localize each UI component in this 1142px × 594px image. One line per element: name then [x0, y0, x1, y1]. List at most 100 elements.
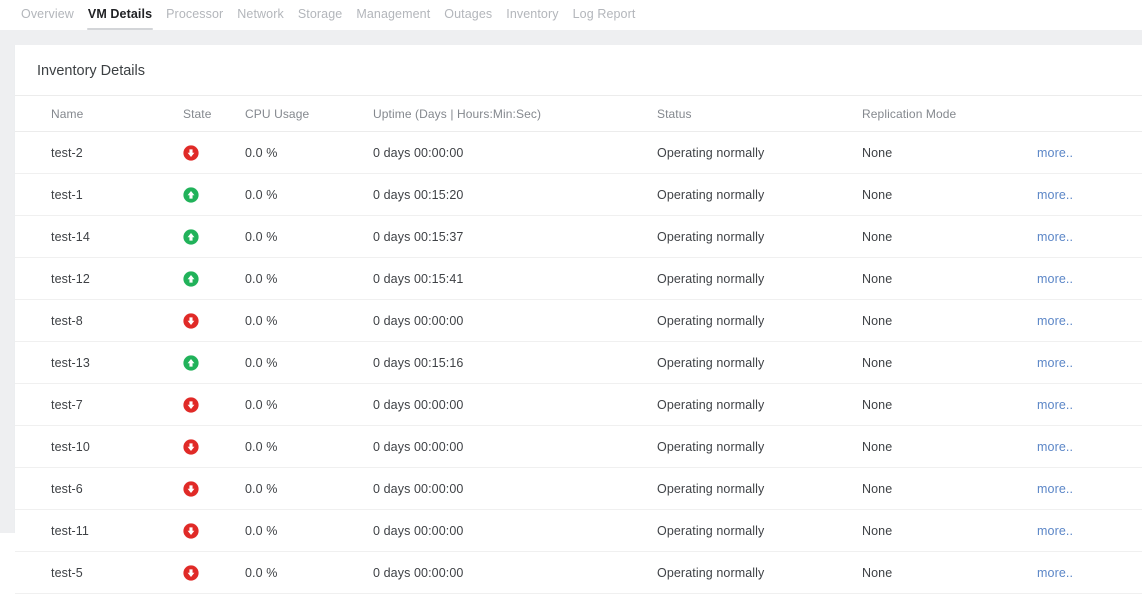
more-link[interactable]: more..	[1037, 356, 1073, 370]
cell-actions: more..	[1037, 173, 1142, 216]
table-row: test-1 0.0 % 0 days 00:15:20 Operating norm…	[15, 173, 1142, 216]
column-header-state: State	[183, 96, 245, 132]
cell-actions: more..	[1037, 299, 1142, 342]
cell-replication-mode: None	[862, 215, 1037, 258]
cell-actions: more..	[1037, 551, 1142, 594]
more-link[interactable]: more..	[1037, 566, 1073, 580]
table-row: test-7 0.0 % 0 days 00:00:00 Operating norm…	[15, 383, 1142, 426]
table-row: test-2 0.0 % 0 days 00:00:00 Operating norm…	[15, 131, 1142, 174]
cell-uptime: 0 days 00:00:00	[373, 383, 657, 426]
cell-status: Operating normally	[657, 173, 862, 216]
circle-arrow-up-icon	[183, 355, 199, 371]
cell-replication-mode: None	[862, 467, 1037, 510]
tab-outages[interactable]: Outages	[437, 6, 499, 30]
cell-vm-name: test-7	[15, 383, 183, 426]
cell-status: Operating normally	[657, 341, 862, 384]
cell-vm-name: test-10	[15, 425, 183, 468]
cell-cpu-usage: 0.0 %	[245, 173, 373, 216]
cell-actions: more..	[1037, 341, 1142, 384]
cell-actions: more..	[1037, 467, 1142, 510]
tab-management[interactable]: Management	[349, 6, 437, 30]
cell-replication-mode: None	[862, 383, 1037, 426]
column-header-actions	[1037, 96, 1142, 132]
tab-network[interactable]: Network	[230, 6, 291, 30]
inventory-table: Name State CPU Usage Uptime (Days | Hour…	[15, 96, 1142, 594]
more-link[interactable]: more..	[1037, 314, 1073, 328]
table-body: test-2 0.0 % 0 days 00:00:00 Operating norm…	[15, 131, 1142, 594]
cell-replication-mode: None	[862, 299, 1037, 342]
cell-cpu-usage: 0.0 %	[245, 383, 373, 426]
column-header-cpu-usage: CPU Usage	[245, 96, 373, 132]
table-row: test-11 0.0 % 0 days 00:00:00 Operating nor…	[15, 509, 1142, 552]
cell-status: Operating normally	[657, 131, 862, 174]
table-row: test-5 0.0 % 0 days 00:00:00 Operating norm…	[15, 551, 1142, 594]
more-link[interactable]: more..	[1037, 524, 1073, 538]
cell-state	[183, 257, 245, 300]
cell-uptime: 0 days 00:15:41	[373, 257, 657, 300]
cell-cpu-usage: 0.0 %	[245, 299, 373, 342]
cell-actions: more..	[1037, 383, 1142, 426]
table-row: test-8 0.0 % 0 days 00:00:00 Operating norm…	[15, 299, 1142, 342]
cell-status: Operating normally	[657, 509, 862, 552]
more-link[interactable]: more..	[1037, 146, 1073, 160]
cell-vm-name: test-6	[15, 467, 183, 510]
cell-status: Operating normally	[657, 467, 862, 510]
cell-replication-mode: None	[862, 131, 1037, 174]
circle-arrow-up-icon	[183, 229, 199, 245]
cell-uptime: 0 days 00:15:20	[373, 173, 657, 216]
cell-replication-mode: None	[862, 551, 1037, 594]
tab-vm-details[interactable]: VM Details	[81, 6, 159, 30]
table-row: test-10 0.0 % 0 days 00:00:00 Operating nor…	[15, 425, 1142, 468]
cell-replication-mode: None	[862, 341, 1037, 384]
cell-status: Operating normally	[657, 383, 862, 426]
cell-state	[183, 131, 245, 174]
cell-replication-mode: None	[862, 173, 1037, 216]
cell-state	[183, 383, 245, 426]
table-row: test-12 0.0 % 0 days 00:15:41 Operating nor…	[15, 257, 1142, 300]
cell-vm-name: test-1	[15, 173, 183, 216]
cell-vm-name: test-8	[15, 299, 183, 342]
cell-status: Operating normally	[657, 425, 862, 468]
cell-state	[183, 551, 245, 594]
cell-cpu-usage: 0.0 %	[245, 257, 373, 300]
circle-arrow-down-icon	[183, 565, 199, 581]
cell-cpu-usage: 0.0 %	[245, 215, 373, 258]
cell-cpu-usage: 0.0 %	[245, 425, 373, 468]
circle-arrow-up-icon	[183, 187, 199, 203]
tab-log-report[interactable]: Log Report	[566, 6, 643, 30]
more-link[interactable]: more..	[1037, 482, 1073, 496]
table-row: test-14 0.0 % 0 days 00:15:37 Operating nor…	[15, 215, 1142, 258]
cell-cpu-usage: 0.0 %	[245, 467, 373, 510]
cell-state	[183, 467, 245, 510]
circle-arrow-down-icon	[183, 313, 199, 329]
circle-arrow-down-icon	[183, 481, 199, 497]
cell-vm-name: test-2	[15, 131, 183, 174]
tab-processor[interactable]: Processor	[159, 6, 230, 30]
cell-actions: more..	[1037, 131, 1142, 174]
cell-status: Operating normally	[657, 257, 862, 300]
cell-state	[183, 425, 245, 468]
circle-arrow-down-icon	[183, 523, 199, 539]
more-link[interactable]: more..	[1037, 398, 1073, 412]
cell-actions: more..	[1037, 257, 1142, 300]
cell-uptime: 0 days 00:15:16	[373, 341, 657, 384]
circle-arrow-up-icon	[183, 271, 199, 287]
cell-uptime: 0 days 00:00:00	[373, 467, 657, 510]
tab-inventory[interactable]: Inventory	[499, 6, 565, 30]
more-link[interactable]: more..	[1037, 440, 1073, 454]
circle-arrow-down-icon	[183, 439, 199, 455]
more-link[interactable]: more..	[1037, 230, 1073, 244]
cell-uptime: 0 days 00:00:00	[373, 299, 657, 342]
tab-storage[interactable]: Storage	[291, 6, 349, 30]
circle-arrow-down-icon	[183, 397, 199, 413]
more-link[interactable]: more..	[1037, 272, 1073, 286]
cell-cpu-usage: 0.0 %	[245, 341, 373, 384]
cell-cpu-usage: 0.0 %	[245, 509, 373, 552]
toolbar-band	[0, 30, 1142, 45]
more-link[interactable]: more..	[1037, 188, 1073, 202]
cell-actions: more..	[1037, 215, 1142, 258]
table-header-row: Name State CPU Usage Uptime (Days | Hour…	[15, 96, 1142, 132]
cell-vm-name: test-14	[15, 215, 183, 258]
tab-overview[interactable]: Overview	[14, 6, 81, 30]
cell-vm-name: test-5	[15, 551, 183, 594]
